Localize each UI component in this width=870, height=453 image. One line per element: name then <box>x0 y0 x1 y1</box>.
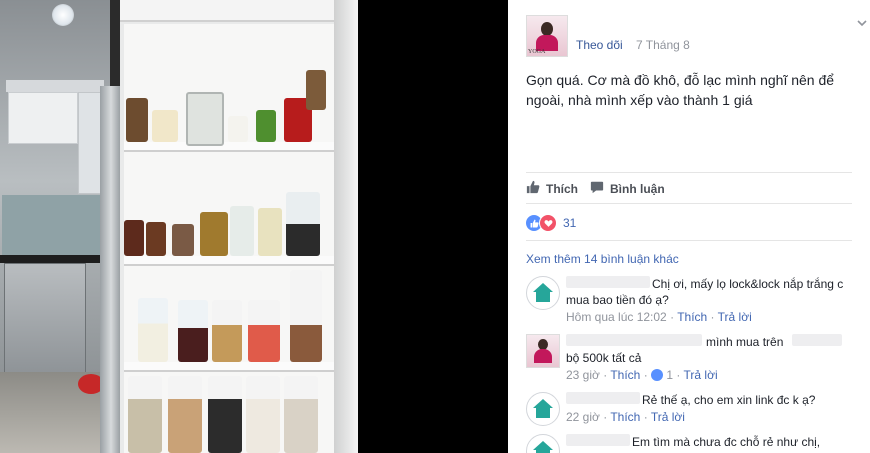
comment-meta: 22 giờ · Thích · Trả lời <box>566 410 685 424</box>
photo-jar <box>248 300 280 362</box>
heart-reaction-icon <box>539 214 557 232</box>
photo-jar <box>172 224 194 256</box>
divider <box>526 240 852 241</box>
comment-text: Em tìm mà chưa đc chỗ rẻ như chị, <box>632 435 821 449</box>
photo-jar <box>152 110 178 142</box>
photo-jar <box>126 98 148 142</box>
photo-jar <box>168 376 202 453</box>
photo-jar <box>146 222 166 256</box>
comment-time[interactable]: 23 giờ <box>566 368 600 382</box>
photo-dishwasher <box>4 263 86 375</box>
photo-upper-cabinet <box>8 92 78 144</box>
post-panel: YOGA Theo dõi 7 Tháng 8 Gọn quá. Cơ mà đ… <box>508 0 870 453</box>
photo-countertop <box>0 255 110 263</box>
comment-meta: Hôm qua lúc 12:02 · Thích · Trả lời <box>566 310 752 324</box>
comment-like-link[interactable]: Thích <box>677 310 707 324</box>
comment-like-link[interactable]: Thích <box>610 368 640 382</box>
like-button-label: Thích <box>546 181 578 196</box>
like-badge-icon <box>651 369 664 381</box>
comment-item: Em tìm mà chưa đc chỗ rẻ như chị, <box>526 434 856 453</box>
post-actions: Thích Bình luận <box>526 172 852 204</box>
comment-button-label: Bình luận <box>610 181 665 196</box>
photo-jar <box>246 376 280 453</box>
photo-jar <box>208 376 242 453</box>
post-date[interactable]: 7 Tháng 8 <box>636 38 690 52</box>
commenter-avatar[interactable] <box>526 392 560 426</box>
comment-like-link[interactable]: Thích <box>610 410 640 424</box>
photo-jar <box>124 220 144 256</box>
photo-jar <box>290 270 322 362</box>
comment-button[interactable]: Bình luận <box>590 180 665 197</box>
speech-bubble-icon <box>590 180 604 197</box>
photo-jar <box>286 192 320 256</box>
photo-jar <box>284 376 318 453</box>
comment-item: mình mua trên bộ 500k tất cả 23 giờ · Th… <box>526 334 856 384</box>
photo-cabinet-top <box>120 0 345 22</box>
photo-viewer-backdrop <box>358 0 508 453</box>
comment-text: mình mua trên bộ 500k tất cả <box>566 335 784 365</box>
photo-jar <box>178 300 208 362</box>
photo-range-hood <box>6 80 104 92</box>
commenter-avatar[interactable] <box>526 434 560 453</box>
comment-reply-link[interactable]: Trả lời <box>651 410 685 424</box>
photo-jar <box>200 212 228 256</box>
photo-shelf <box>124 142 334 152</box>
photo-jar <box>128 376 162 453</box>
post-text: Gọn quá. Cơ mà đồ khô, đỗ lạc mình nghĩ … <box>526 72 835 108</box>
comment-text: Rẻ thế ạ, cho em xin link đc k ạ? <box>642 393 816 407</box>
photo-jar <box>212 300 242 362</box>
photo-ceiling-light <box>52 4 74 26</box>
comment-time[interactable]: 22 giờ <box>566 410 600 424</box>
photo-jar <box>258 208 282 256</box>
post-photo[interactable] <box>0 0 358 453</box>
photo-jar <box>228 116 248 142</box>
photo-jar <box>230 206 254 256</box>
post-header: YOGA Theo dõi 7 Tháng 8 <box>526 15 868 57</box>
comment-reply-link[interactable]: Trả lời <box>684 368 718 382</box>
photo-jar <box>256 110 276 142</box>
view-more-comments-link[interactable]: Xem thêm 14 bình luận khác <box>526 252 679 266</box>
commenter-avatar[interactable] <box>526 276 560 310</box>
photo-frame <box>186 92 224 146</box>
photo-shelf <box>124 256 334 266</box>
comment-like-count[interactable]: 1 <box>666 368 673 382</box>
follow-link[interactable]: Theo dõi <box>576 38 623 52</box>
reactions-summary[interactable]: 31 <box>526 214 576 232</box>
commenter-avatar[interactable] <box>526 334 560 368</box>
photo-fridge <box>100 86 122 453</box>
photo-cabinet-door <box>334 0 358 453</box>
comment-time[interactable]: Hôm qua lúc 12:02 <box>566 310 667 324</box>
comment-item: Chị ơi, mấy lọ lock&lock nắp trắng c mua… <box>526 276 856 326</box>
comment-reply-link[interactable]: Trả lời <box>718 310 752 324</box>
comment-meta: 23 giờ · Thích · 1 · Trả lời <box>566 368 718 382</box>
comment-text: Chị ơi, mấy lọ lock&lock nắp trắng c mua… <box>566 277 844 307</box>
photo-jar <box>138 298 168 362</box>
chevron-down-icon[interactable] <box>856 17 868 29</box>
thumbs-up-icon <box>526 180 540 197</box>
author-avatar[interactable]: YOGA <box>526 15 568 57</box>
photo-shelf <box>124 362 334 372</box>
reaction-count: 31 <box>563 216 577 230</box>
like-button[interactable]: Thích <box>526 180 578 197</box>
photo-backsplash <box>2 195 102 255</box>
photo-plant <box>306 70 326 110</box>
comment-item: Rẻ thế ạ, cho em xin link đc k ạ? 22 giờ… <box>526 392 856 426</box>
